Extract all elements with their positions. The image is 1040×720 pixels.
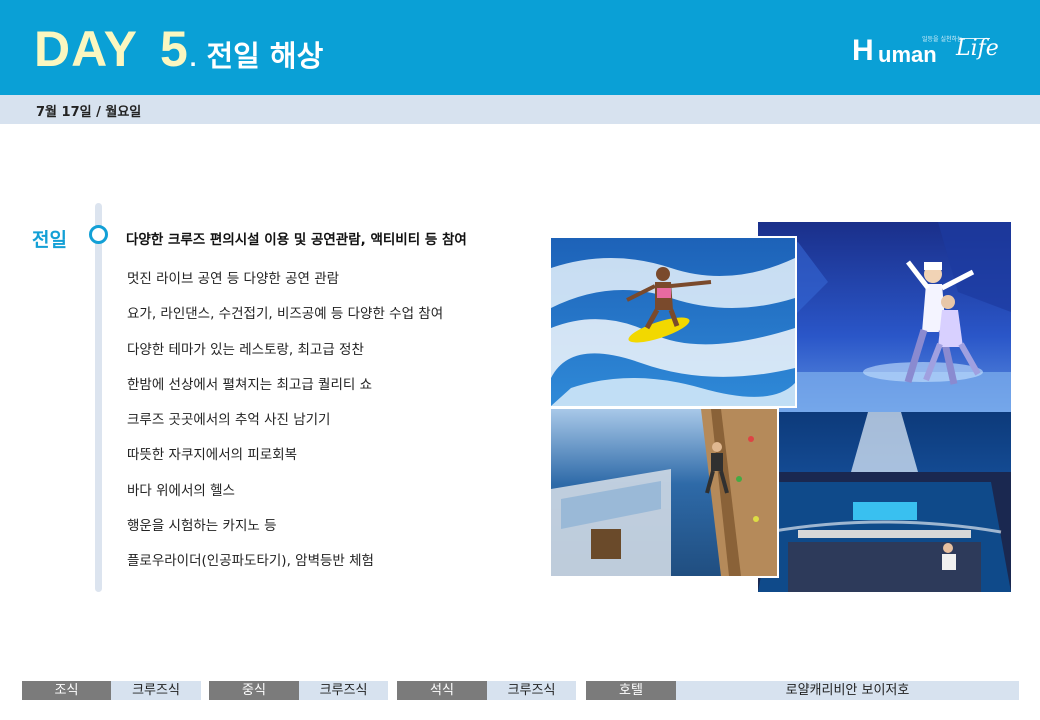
cruise-deck-pool-photo <box>758 412 1011 592</box>
list-item: 행운을 시험하는 카지노 등 <box>127 518 277 535</box>
date-text: 7월 17일 / 월요일 <box>36 105 142 120</box>
logo-wordmark: uman <box>878 42 937 67</box>
lunch-label: 중식 <box>209 681 299 700</box>
list-item: 플로우라이더(인공파도타기), 암벽등반 체험 <box>127 553 374 570</box>
timeline-circle-icon <box>89 225 108 244</box>
hotel-label: 호텔 <box>586 681 676 700</box>
list-item: 한밤에 선상에서 펼쳐지는 최고급 퀄리티 쇼 <box>127 376 373 393</box>
list-item: 요가, 라인댄스, 수건접기, 비즈공예 등 다양한 수업 참여 <box>127 306 444 323</box>
flowrider-surf-photo <box>549 236 797 408</box>
day-number: 5 <box>159 21 188 77</box>
dinner-value: 크루즈식 <box>487 681 576 700</box>
logo-mark: H <box>852 34 874 67</box>
dinner-label: 석식 <box>397 681 487 700</box>
day-word: DAY <box>34 21 138 77</box>
list-item: 크루즈 곳곳에서의 추억 사진 남기기 <box>127 412 331 429</box>
list-item: 다양한 테마가 있는 레스토랑, 최고급 정찬 <box>127 341 364 358</box>
header-banner: DAY 5 . 전일 해상 일등을 실천하는 H uman Life <box>0 0 1040 95</box>
list-item: 멋진 라이브 공연 등 다양한 공연 관람 <box>127 271 340 287</box>
rock-climbing-photo <box>549 407 779 578</box>
list-item: 따뜻한 자쿠지에서의 피로회복 <box>127 447 298 464</box>
day-dot: . <box>189 45 197 72</box>
section-heading: 다양한 크루즈 편의시설 이용 및 공연관람, 액티비티 등 참여 <box>126 232 467 248</box>
activity-list: 멋진 라이브 공연 등 다양한 공연 관람 요가, 라인댄스, 수건접기, 비즈… <box>127 262 443 580</box>
page-title: DAY 5 . 전일 해상 <box>34 20 323 80</box>
breakfast-value: 크루즈식 <box>111 681 201 700</box>
section-label: 전일 <box>32 229 67 251</box>
breakfast-label: 조식 <box>22 681 111 700</box>
date-band: 7월 17일 / 월요일 <box>0 95 1040 124</box>
timeline-bar <box>95 203 102 592</box>
humanlife-logo: 일등을 실천하는 H uman Life <box>852 30 1002 78</box>
hotel-value: 로얄캐리비안 보이저호 <box>676 681 1019 700</box>
list-item: 바다 위에서의 헬스 <box>127 482 235 499</box>
lunch-value: 크루즈식 <box>299 681 388 700</box>
logo-script: Life <box>956 36 999 61</box>
day-subtitle: 전일 해상 <box>206 39 324 73</box>
